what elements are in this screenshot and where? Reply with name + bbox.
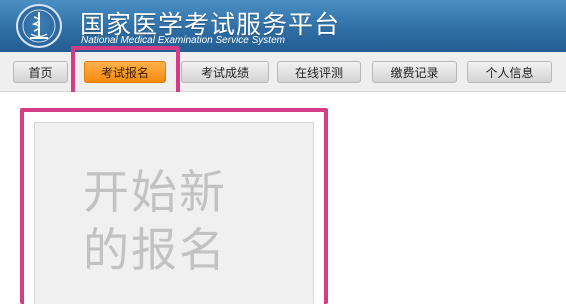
nav-personal-info-button[interactable]: 个人信息	[467, 61, 552, 83]
card-highlight-box	[20, 108, 328, 304]
site-header: 国家医学考试服务平台 National Medical Examination …	[0, 0, 566, 52]
medical-emblem-icon[interactable]	[16, 4, 62, 48]
nav-exam-results-button[interactable]: 考试成绩	[181, 61, 269, 83]
nav-home-button[interactable]: 首页	[13, 61, 68, 83]
nav-online-assessment-button[interactable]: 在线评测	[277, 61, 361, 83]
site-subtitle: National Medical Examination Service Sys…	[81, 35, 285, 46]
nav-highlight-box	[71, 46, 180, 98]
nav-payment-records-button[interactable]: 缴费记录	[372, 61, 457, 83]
